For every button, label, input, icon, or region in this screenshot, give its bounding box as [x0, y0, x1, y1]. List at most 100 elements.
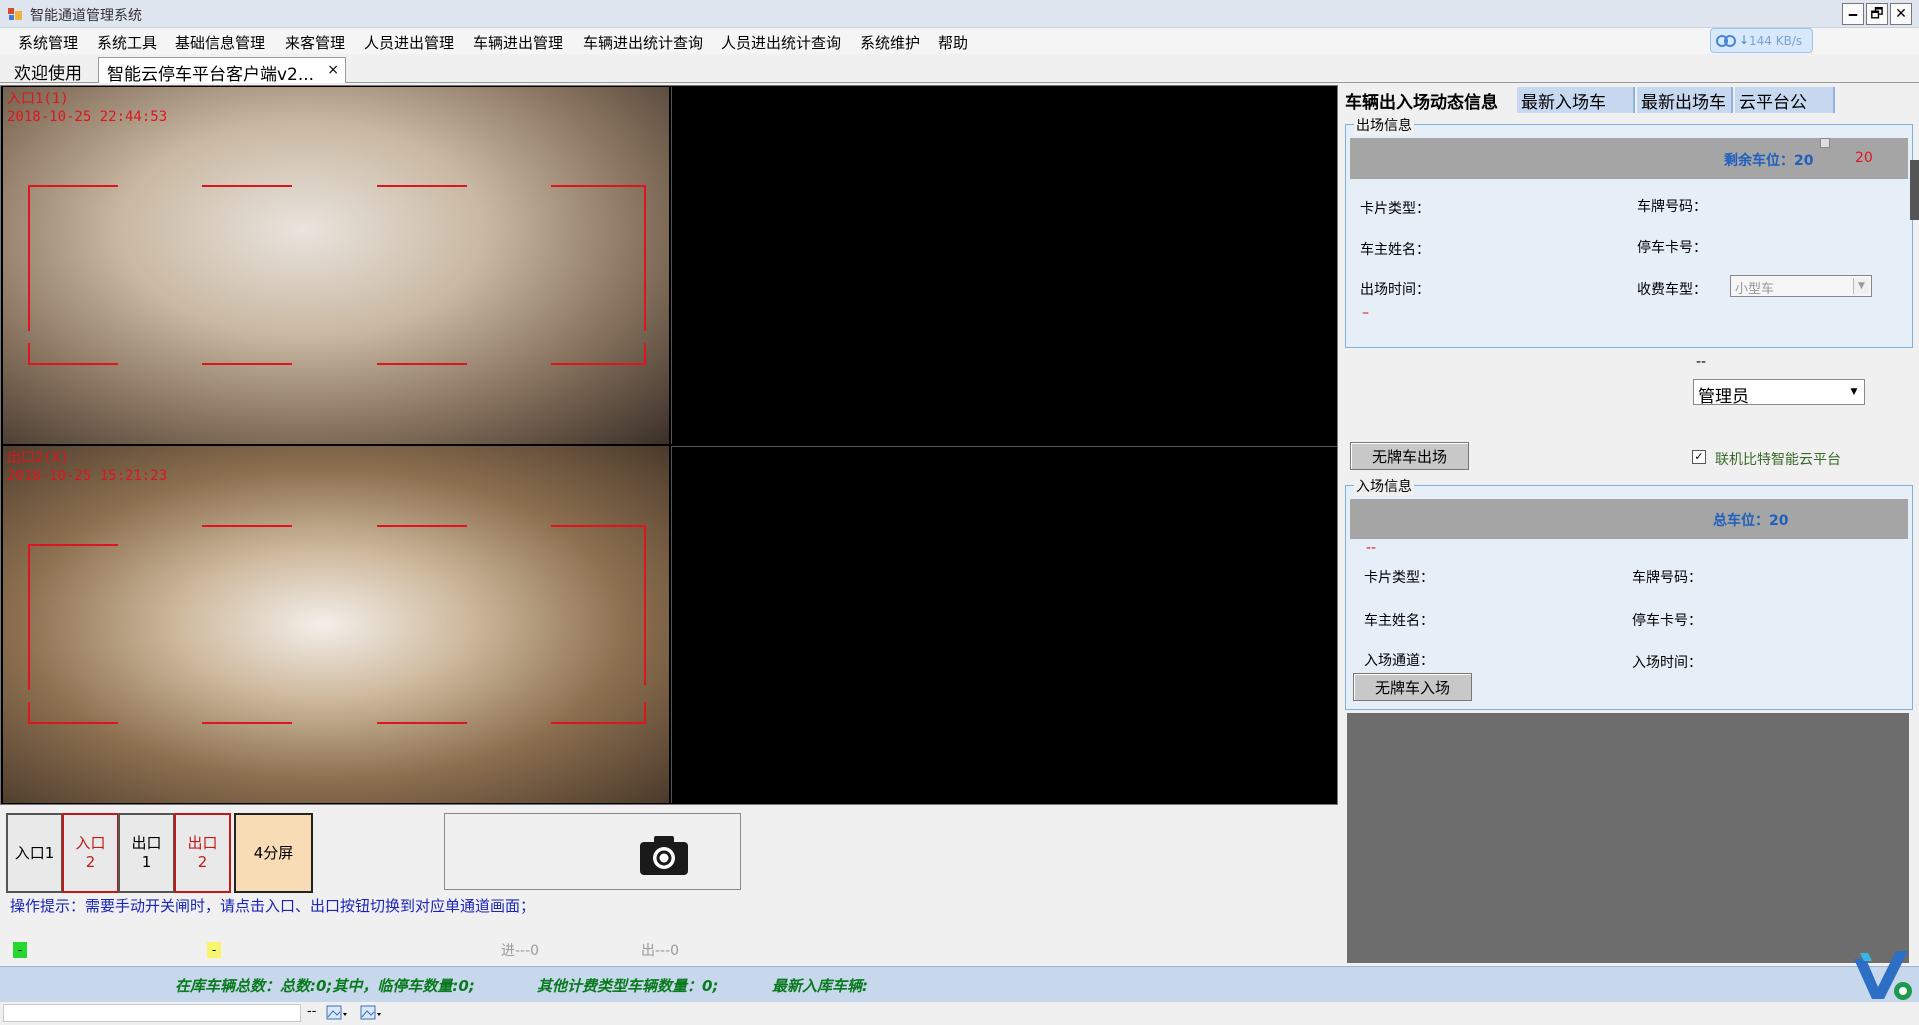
- exit-time-label: 出场时间：: [1360, 282, 1430, 298]
- menu-system[interactable]: 系统管理: [18, 32, 78, 53]
- tab-parking-client[interactable]: 智能云停车平台客户端v2... ×: [98, 57, 346, 85]
- control-panel: 入口1 入口 2 出口 1 出口 2 4分屏 操作提示：需要手动开关闸时，请点击…: [0, 806, 1338, 966]
- menu-person-stats[interactable]: 人员进出统计查询: [721, 32, 841, 53]
- scrollbar-thumb[interactable]: [1910, 160, 1919, 220]
- camera-view-exit-2[interactable]: 出口2(X) 2018-10-25 15:21:23: [3, 446, 669, 803]
- camera-view-entrance-1[interactable]: 入口1(1) 2018-10-25 22:44:53: [3, 87, 669, 444]
- channel-button-exit-1[interactable]: 出口 1: [118, 813, 175, 893]
- menu-vehicle-access[interactable]: 车辆进出管理: [473, 32, 563, 53]
- chevron-down-icon: ▼: [1853, 278, 1869, 294]
- fee-type-label: 收费车型：: [1637, 282, 1707, 298]
- exit-card-type-label: 卡片类型：: [1360, 201, 1430, 217]
- cloud-icon: [1716, 35, 1736, 47]
- tab-dynamic-info[interactable]: 车辆出入场动态信息: [1341, 87, 1502, 113]
- minimize-button[interactable]: 🗕: [1842, 3, 1864, 25]
- small-checkbox[interactable]: [1820, 138, 1830, 148]
- operation-hint: 操作提示：需要手动开关闸时，请点击入口、出口按钮切换到对应单通道画面；: [10, 897, 536, 915]
- entry-card-type-label: 卡片类型：: [1364, 570, 1434, 586]
- app-icon: [8, 8, 22, 20]
- exit-info-title: 出场信息: [1354, 115, 1414, 135]
- exit-summary-bar: 剩余车位：20 20: [1350, 138, 1908, 179]
- entry-owner-label: 车主姓名：: [1364, 613, 1434, 629]
- exit-info-group: 出场信息 剩余车位：20 20 卡片类型： 车牌号码： 车主姓名： 停车卡号： …: [1345, 115, 1913, 348]
- status-indicator-green: -: [13, 942, 27, 958]
- info-display-area: [1347, 713, 1909, 963]
- camera-view-4[interactable]: [671, 446, 1337, 803]
- operator-value: 管理员: [1698, 387, 1749, 407]
- network-speed-value: 144 KB/s: [1749, 34, 1803, 48]
- entry-channel-label: 入场通道：: [1364, 653, 1434, 669]
- video-wall: 入口1(1) 2018-10-25 22:44:53 出口2(X) 2018-1…: [0, 85, 1338, 805]
- tab-latest-entry[interactable]: 最新入场车: [1517, 87, 1635, 113]
- status-total-vehicles: 在库车辆总数：总数:0;其中，临停车数量:0;: [175, 977, 475, 995]
- chevron-down-icon: ▼: [1846, 382, 1862, 402]
- tab-cloud-notice[interactable]: 云平台公: [1735, 87, 1835, 113]
- maximize-button[interactable]: 🗗: [1866, 3, 1888, 25]
- document-tabs: 欢迎使用 智能云停车平台客户端v2... ×: [0, 55, 1919, 85]
- exit-owner-label: 车主姓名：: [1360, 242, 1430, 258]
- bottom-toolbar: --: [0, 1002, 1919, 1025]
- operator-select[interactable]: 管理员 ▼: [1693, 379, 1865, 407]
- title-bar: 智能通道管理系统 🗕 🗗 ✕: [0, 0, 1919, 28]
- channel-label: 入口: [75, 834, 106, 852]
- exit-park-card-label: 停车卡号：: [1637, 240, 1707, 256]
- tab-parking-client-label: 智能云停车平台客户端v2...: [107, 65, 315, 85]
- menu-person-access[interactable]: 人员进出管理: [364, 32, 454, 53]
- cloud-platform-checkbox[interactable]: ✓: [1692, 450, 1706, 464]
- tab-latest-exit[interactable]: 最新出场车: [1637, 87, 1733, 113]
- window-title: 智能通道管理系统: [30, 8, 142, 24]
- channel-button-entrance-1[interactable]: 入口1: [6, 813, 63, 893]
- tab-welcome[interactable]: 欢迎使用: [6, 57, 90, 84]
- menu-help[interactable]: 帮助: [938, 32, 968, 53]
- menu-visitor[interactable]: 来客管理: [285, 32, 345, 53]
- no-plate-exit-button[interactable]: 无牌车出场: [1350, 442, 1469, 470]
- menu-tools[interactable]: 系统工具: [97, 32, 157, 53]
- channel-number: 2: [85, 853, 96, 871]
- camera-icon: [640, 836, 688, 875]
- entry-plate-label: 车牌号码：: [1632, 570, 1702, 586]
- download-arrow-icon: ↓: [1739, 33, 1750, 47]
- no-plate-entry-button[interactable]: 无牌车入场: [1353, 673, 1472, 701]
- camera-name-label: 出口2(X): [7, 450, 69, 466]
- total-spaces: 总车位：20: [1713, 513, 1789, 529]
- tab-close-icon[interactable]: ×: [327, 62, 339, 78]
- brand-logo-icon: [1854, 951, 1912, 1000]
- remaining-spaces-red: 20: [1855, 150, 1873, 166]
- network-speed-badge: ↓ 144 KB/s: [1710, 28, 1813, 53]
- in-count: 进---0: [501, 943, 540, 959]
- entry-park-card-label: 停车卡号：: [1632, 613, 1702, 629]
- channel-label: 出口: [187, 834, 218, 852]
- menu-maintenance[interactable]: 系统维护: [860, 32, 920, 53]
- image-icon[interactable]: [326, 1005, 348, 1021]
- image-icon-2[interactable]: [360, 1005, 382, 1021]
- channel-label: 出口: [131, 834, 162, 852]
- menu-bar: 系统管理 系统工具 基础信息管理 来客管理 人员进出管理 车辆进出管理 车辆进出…: [0, 28, 1919, 54]
- close-button[interactable]: ✕: [1890, 3, 1912, 25]
- cloud-platform-label: 联机比特智能云平台: [1715, 452, 1841, 468]
- exit-plate-label: 车牌号码：: [1637, 199, 1707, 215]
- channel-number: 2: [197, 853, 208, 871]
- status-latest-vehicle: 最新入库车辆:: [772, 977, 868, 995]
- camera-view-2[interactable]: [671, 87, 1337, 444]
- out-count: 出---0: [641, 943, 680, 959]
- entry-info-group: 入场信息 总车位：20 -- 卡片类型： 车牌号码： 车主姓名： 停车卡号： 入…: [1345, 476, 1913, 710]
- channel-button-entrance-2[interactable]: 入口 2: [62, 813, 119, 893]
- operator-dash: --: [1696, 354, 1707, 370]
- snapshot-button[interactable]: [444, 813, 741, 890]
- split-screen-button[interactable]: 4分屏: [234, 813, 313, 893]
- status-indicator-yellow: -: [207, 942, 221, 958]
- remaining-spaces: 剩余车位：20: [1724, 153, 1814, 169]
- camera-timestamp: 2018-10-25 22:44:53: [7, 109, 168, 125]
- fee-type-value: 小型车: [1735, 282, 1775, 297]
- channel-button-exit-2[interactable]: 出口 2: [174, 813, 231, 893]
- split-screen-label: 4分屏: [253, 843, 294, 862]
- status-other-types: 其他计费类型车辆数量：0;: [537, 977, 719, 995]
- channel-label: 入口1: [14, 843, 55, 862]
- exit-red-dash: –: [1362, 305, 1369, 321]
- menu-vehicle-stats[interactable]: 车辆进出统计查询: [583, 32, 703, 53]
- bottom-text-field[interactable]: [3, 1004, 301, 1022]
- entry-time-label: 入场时间：: [1632, 655, 1702, 671]
- menu-basic-info[interactable]: 基础信息管理: [175, 32, 265, 53]
- fee-type-select[interactable]: 小型车 ▼: [1730, 275, 1872, 297]
- entry-summary-bar: 总车位：20: [1350, 499, 1908, 539]
